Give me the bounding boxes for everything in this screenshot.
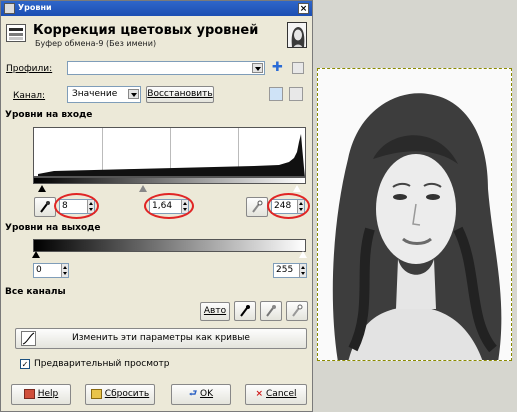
input-gradient-bar — [33, 177, 306, 184]
title-bar[interactable]: Уровни × — [1, 1, 312, 16]
white-point-picker-button[interactable] — [246, 197, 268, 217]
input-levels-heading: Уровни на входе — [5, 110, 93, 120]
chevron-down-icon[interactable] — [128, 89, 139, 99]
output-levels-heading: Уровни на выходе — [5, 223, 101, 233]
close-icon[interactable]: × — [298, 3, 309, 14]
output-gradient-bar — [33, 239, 306, 252]
input-black-handle[interactable] — [38, 185, 46, 192]
cancel-button[interactable]: × Cancel — [245, 384, 307, 405]
output-white-handle[interactable] — [299, 251, 307, 258]
input-white-handle[interactable] — [293, 185, 301, 192]
white-picker-button[interactable] — [286, 301, 308, 321]
profiles-combo[interactable] — [67, 61, 265, 75]
dialog-subheading: Буфер обмена-9 (Без имени) — [35, 39, 157, 48]
curves-icon — [21, 331, 36, 346]
linear-histogram-icon[interactable] — [269, 87, 283, 101]
help-icon — [23, 388, 35, 399]
histogram — [33, 127, 306, 177]
highlight-oval — [54, 193, 99, 219]
add-preset-icon[interactable]: ✚ — [272, 60, 283, 75]
log-histogram-icon[interactable] — [289, 87, 303, 101]
reset-channel-button[interactable]: Восстановить — [146, 86, 214, 103]
channel-value: Значение — [72, 89, 118, 99]
auto-button[interactable]: Авто — [200, 302, 230, 321]
input-gamma-handle[interactable] — [139, 185, 147, 192]
channel-combo[interactable]: Значение — [67, 86, 141, 103]
output-low-value: 0 — [36, 265, 42, 275]
eyedropper-icon — [266, 305, 276, 317]
levels-icon — [6, 24, 26, 42]
highlight-oval — [267, 193, 310, 219]
edit-as-curves-label: Изменить эти параметры как кривые — [72, 333, 250, 343]
image-canvas[interactable] — [317, 68, 512, 361]
output-black-handle[interactable] — [32, 251, 40, 258]
eyedropper-icon — [292, 304, 303, 317]
edit-as-curves-button[interactable]: Изменить эти параметры как кривые — [15, 328, 307, 349]
help-button[interactable]: Help — [11, 384, 71, 405]
gray-picker-button[interactable] — [260, 301, 282, 321]
black-point-picker-button[interactable] — [34, 197, 56, 217]
reset-icon — [90, 388, 102, 399]
preset-menu-icon[interactable] — [292, 62, 304, 74]
eyedropper-icon — [240, 305, 250, 317]
eyedropper-icon — [40, 201, 50, 213]
black-picker-button[interactable] — [234, 301, 256, 321]
window-title: Уровни — [18, 3, 52, 12]
output-low-spinner[interactable]: 0 — [33, 263, 69, 278]
app-icon — [4, 3, 15, 14]
eyedropper-icon — [252, 200, 263, 213]
channel-label: Канал: — [13, 91, 46, 101]
ok-button[interactable]: ⮐ OK — [171, 384, 231, 405]
output-high-value: 255 — [276, 265, 294, 275]
cancel-icon: × — [255, 389, 264, 399]
portrait-image — [318, 69, 511, 360]
ok-arrow-icon: ⮐ — [188, 389, 198, 399]
preview-checkbox[interactable]: ✓ — [20, 359, 30, 369]
highlight-oval — [144, 193, 194, 219]
profiles-label: Профили: — [6, 64, 53, 74]
image-thumbnail — [287, 22, 307, 48]
chevron-down-icon[interactable] — [252, 63, 263, 73]
levels-dialog: Уровни × Коррекция цветовых уровней Буфе… — [0, 0, 313, 412]
dialog-heading: Коррекция цветовых уровней — [33, 23, 259, 38]
preview-label[interactable]: Предварительный просмотр — [34, 359, 169, 369]
output-high-spinner[interactable]: 255 — [273, 263, 307, 278]
reset-button[interactable]: Сбросить — [85, 384, 155, 405]
all-channels-heading: Все каналы — [5, 287, 66, 297]
